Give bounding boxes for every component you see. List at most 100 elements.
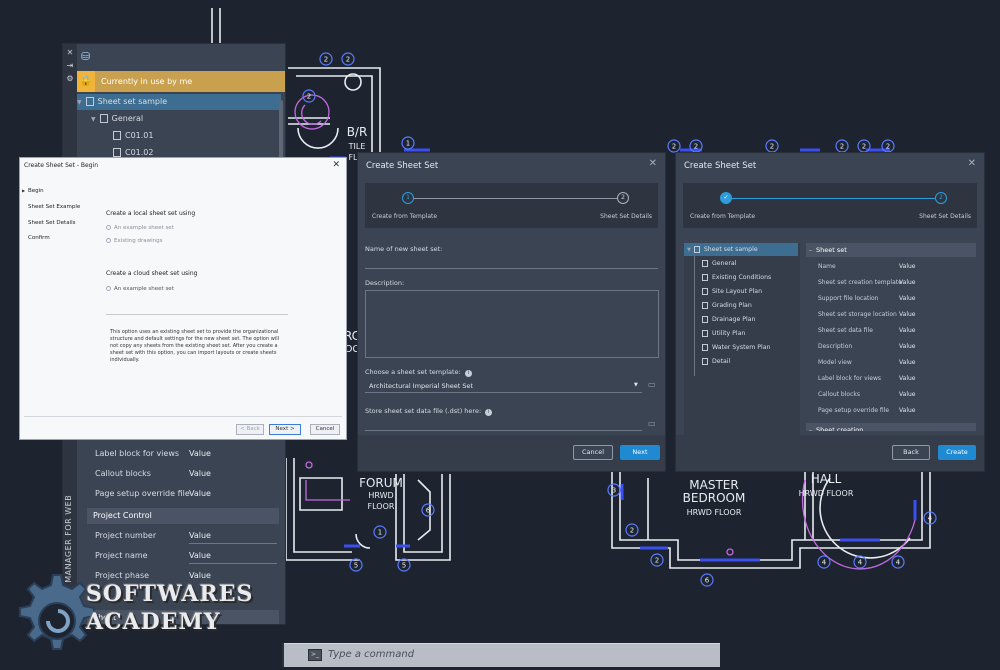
prop-value[interactable]: Value <box>189 469 211 478</box>
prop-value[interactable]: Value <box>899 311 915 318</box>
tree-item-drainage[interactable]: Drainage Plan <box>702 313 755 326</box>
sheet-icon <box>702 329 708 337</box>
prop-key: Project number <box>95 531 157 540</box>
folder-icon[interactable]: ▭ <box>648 380 656 389</box>
section-header-sheet-creation[interactable]: Sheet creation <box>806 423 976 431</box>
tree-item-c0101[interactable]: C01.01 <box>77 128 281 144</box>
prop-value[interactable]: Value <box>899 343 915 350</box>
folder-icon[interactable]: ▭ <box>648 419 656 428</box>
create-sheet-set-dialog-step2[interactable]: Create Sheet Set ✕ ✓ 2 Create from Templ… <box>675 152 985 472</box>
tree-item-site-layout[interactable]: Site Layout Plan <box>702 285 762 298</box>
next-button[interactable]: Next <box>620 445 660 460</box>
description-textarea[interactable] <box>365 290 659 358</box>
cancel-button[interactable]: Cancel <box>573 445 613 460</box>
drawing-tag-number: 4 <box>896 559 901 567</box>
chevron-down-icon[interactable]: ▼ <box>91 116 96 123</box>
prop-row-page-setup[interactable]: Page setup override file Value <box>95 484 279 504</box>
tree-item-water-system[interactable]: Water System Plan <box>702 341 770 354</box>
project-number-field[interactable]: Value <box>189 531 211 540</box>
select-underline <box>365 392 642 393</box>
prop-row[interactable]: Label block for views Value <box>818 371 976 387</box>
tree-guide-line <box>694 256 695 376</box>
wizard-step-confirm[interactable]: Confirm <box>28 235 50 241</box>
sheet-set-name-input[interactable] <box>365 268 658 269</box>
wizard-step-example[interactable]: Sheet Set Example <box>28 204 80 210</box>
sheet-set-properties[interactable]: Sheet set Name Value Sheet set creation t… <box>806 243 976 431</box>
prop-key: Sheet set data file <box>818 327 873 334</box>
template-select[interactable]: Architectural Imperial Sheet Set <box>369 382 473 390</box>
back-button[interactable]: Back <box>892 445 930 460</box>
room-label-forum-hrwd: HRWD <box>368 491 393 500</box>
field-underline <box>189 543 277 544</box>
wizard-step-details[interactable]: Sheet Set Details <box>28 220 76 226</box>
info-icon[interactable]: i <box>485 409 493 416</box>
gear-icon <box>19 574 95 650</box>
prop-value[interactable]: Value <box>899 359 915 366</box>
create-sheet-set-begin-dialog[interactable]: Create Sheet Set - Begin ✕ Begin Sheet S… <box>19 157 347 440</box>
tree-item-utility[interactable]: Utility Plan <box>702 327 745 340</box>
close-icon[interactable]: ✕ <box>332 160 340 170</box>
tree-item-root[interactable]: ▼ Sheet set sample <box>684 243 798 256</box>
command-input[interactable]: Type a command <box>328 649 414 660</box>
radio-local-example[interactable]: An example sheet set <box>106 225 174 231</box>
tree-item-sheet-set-sample[interactable]: ▼ Sheet set sample <box>77 94 281 110</box>
create-sheet-set-dialog-step1[interactable]: Create Sheet Set ✕ 1 2 Create from Templ… <box>357 152 666 472</box>
prop-value[interactable]: Value <box>899 327 915 334</box>
command-prompt-icon[interactable]: >_ <box>308 649 322 661</box>
option-description: This option uses an existing sheet set t… <box>110 329 280 363</box>
drawing-tag-number: 2 <box>770 143 774 151</box>
prop-row[interactable]: Page setup override file Value <box>818 403 976 419</box>
prop-row[interactable]: Description Value <box>818 339 976 355</box>
radio-icon[interactable] <box>106 225 111 230</box>
prop-row[interactable]: Callout blocks Value <box>818 387 976 403</box>
section-header-project-control[interactable]: Project Control <box>87 508 279 524</box>
radio-cloud-example[interactable]: An example sheet set <box>106 286 174 292</box>
section-header-sheet-set[interactable]: Sheet set <box>806 243 976 257</box>
chevron-down-icon[interactable]: ▼ <box>634 382 638 388</box>
radio-icon[interactable] <box>106 238 111 243</box>
tree-item-detail[interactable]: Detail <box>702 355 730 368</box>
prop-row-project-number[interactable]: Project number Value <box>95 526 279 546</box>
chevron-down-icon[interactable]: ▼ <box>77 99 82 106</box>
create-button[interactable]: Create <box>938 445 976 460</box>
prop-row[interactable]: Support file location Value <box>818 291 976 307</box>
prop-row-label-block[interactable]: Label block for views Value <box>95 444 279 464</box>
radio-local-existing[interactable]: Existing drawings <box>106 238 163 244</box>
prop-row[interactable]: Sheet set creation template Value <box>818 275 976 291</box>
prop-value[interactable]: Value <box>899 279 915 286</box>
prop-key: Sheet set storage location <box>818 311 897 318</box>
prop-value[interactable]: Value <box>899 391 915 398</box>
close-icon[interactable]: ✕ <box>968 158 976 169</box>
radio-icon[interactable] <box>106 286 111 291</box>
store-path-input[interactable] <box>365 430 642 431</box>
prop-value[interactable]: Value <box>899 295 915 302</box>
sheet-set-tree[interactable]: ▼ Sheet set sample General Existing Condi… <box>684 243 800 465</box>
autohide-icon[interactable]: ⇥ <box>63 61 77 70</box>
tree-item-general[interactable]: ▼ General <box>77 111 281 127</box>
prop-row-callout-blocks[interactable]: Callout blocks Value <box>95 464 279 484</box>
prop-key: Label block for views <box>818 375 882 382</box>
prop-value[interactable]: Value <box>899 263 915 270</box>
close-icon[interactable]: ✕ <box>63 48 77 57</box>
cancel-button[interactable]: Cancel <box>310 424 340 435</box>
gear-icon[interactable]: ⚙ <box>63 74 77 83</box>
tree-item-existing-conditions[interactable]: Existing Conditions <box>702 271 771 284</box>
back-button[interactable]: < Back <box>236 424 264 435</box>
prop-value[interactable]: Value <box>189 489 211 498</box>
tree-item-general[interactable]: General <box>702 257 736 270</box>
close-icon[interactable]: ✕ <box>649 158 657 169</box>
info-icon[interactable]: i <box>464 370 472 377</box>
tree-scrollbar[interactable] <box>279 100 283 160</box>
prop-row[interactable]: Model view Value <box>818 355 976 371</box>
prop-value[interactable]: Value <box>189 449 211 458</box>
prop-row[interactable]: Sheet set storage location Value <box>818 307 976 323</box>
prop-row[interactable]: Name Value <box>818 259 976 275</box>
prop-value[interactable]: Value <box>899 375 915 382</box>
wizard-step-begin[interactable]: Begin <box>22 188 44 194</box>
next-button[interactable]: Next > <box>269 424 301 435</box>
chevron-down-icon[interactable]: ▼ <box>687 247 691 253</box>
prop-value[interactable]: Value <box>899 407 915 414</box>
command-line[interactable]: >_ Type a command <box>284 643 720 667</box>
tree-item-grading[interactable]: Grading Plan <box>702 299 752 312</box>
prop-row[interactable]: Sheet set data file Value <box>818 323 976 339</box>
